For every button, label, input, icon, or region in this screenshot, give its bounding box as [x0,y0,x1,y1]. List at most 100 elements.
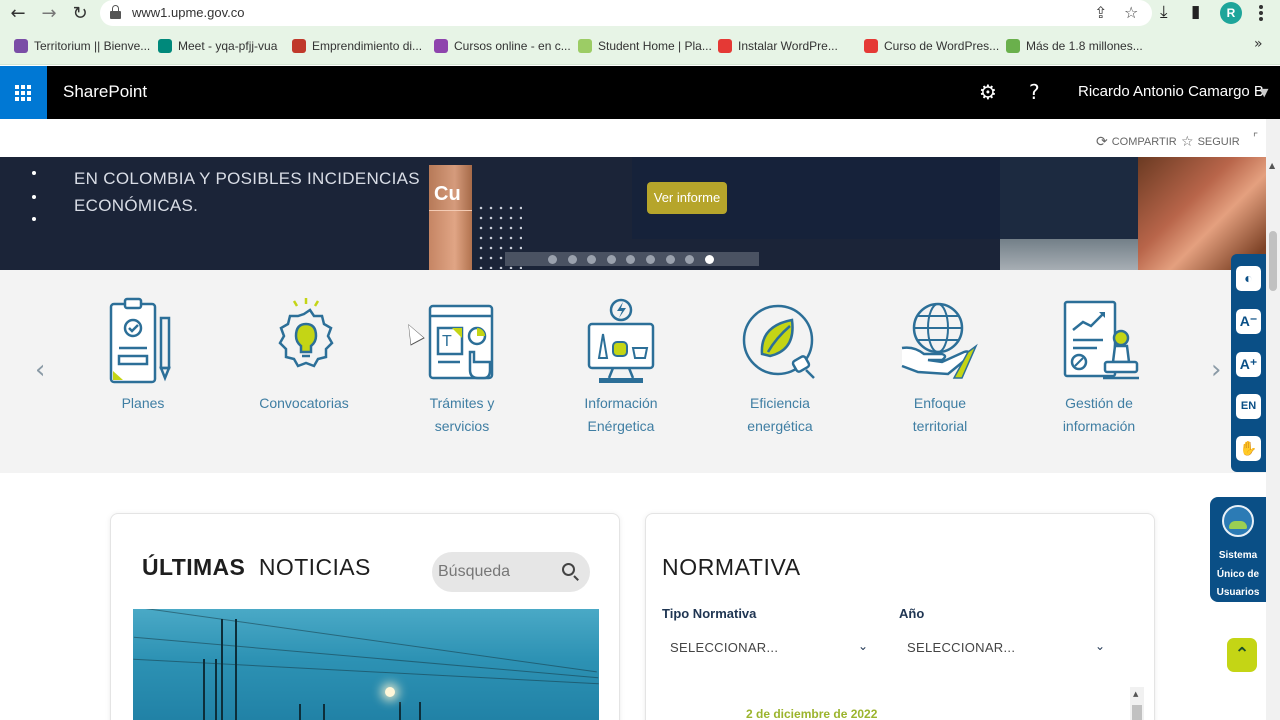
carousel-dot[interactable] [606,255,616,264]
star-icon: ☆ [1181,134,1194,150]
page-scrollbar[interactable]: ▲ [1266,119,1280,720]
news-search[interactable]: Búsqueda [432,552,590,592]
user-name[interactable]: Ricardo Antonio Camargo B [1078,83,1264,100]
shortcut-convocatorias[interactable]: Convocatorias [234,296,374,436]
power-tower [203,659,217,720]
chevron-right-icon[interactable]: › [1211,355,1221,385]
browser-menu-icon[interactable] [1258,3,1264,23]
bookmark-label: Student Home | Pla... [598,39,712,53]
clipboard-icon [109,297,171,384]
back-to-top-button[interactable]: ⌃ [1227,638,1257,672]
shortcut-label-line: energética [747,418,813,434]
download-icon[interactable]: ⤓ [1160,2,1168,22]
bookmark-item[interactable]: Curso de WordPres... [864,38,999,54]
shortcut-tramites[interactable]: T Trámites y servicios [392,296,532,436]
carousel-dot[interactable] [548,255,557,264]
normativa-card: NORMATIVA Tipo Normativa Año SELECCIONAR… [645,513,1155,720]
news-title-rest: NOTICIAS [258,554,371,580]
reload-icon[interactable]: ↻ [68,2,92,26]
help-icon[interactable]: ? [1029,80,1040,104]
shortcut-label: Enfoque territorial [870,392,1010,438]
hero-image [1000,157,1266,270]
normativa-scrollbar[interactable]: ▲ [1130,687,1144,720]
element-symbol: Cu [434,183,461,205]
scroll-thumb[interactable] [1132,705,1142,720]
app-name[interactable]: SharePoint [63,82,147,102]
bookmark-label: Meet - yqa-pfjj-vua [178,39,278,53]
bookmark-favicon [578,38,592,53]
lightbulb-gear-icon [278,298,334,368]
sistema-label-line: Usuarios [1216,587,1260,598]
decrease-font-button[interactable]: A⁻ [1236,309,1261,334]
anio-select[interactable]: SELECCIONAR... ⌄ [899,635,1111,663]
side-panel-icon[interactable]: ▮ [1191,2,1200,22]
shortcut-informacion-energetica[interactable]: Información Enérgetica [551,296,691,436]
bookmark-label: Curso de WordPres... [884,39,1000,53]
bookmark-item[interactable]: Student Home | Pla... [578,38,712,54]
chevron-down-icon[interactable]: ▼ [1260,86,1268,99]
search-input[interactable]: Búsqueda [438,563,510,581]
contrast-icon[interactable]: ◐ [1236,266,1261,291]
leaf-plug-icon [742,304,815,379]
shortcut-label: Eficiencia energética [710,392,850,438]
carousel-dot[interactable] [704,255,714,264]
carousel-dot[interactable] [646,255,655,264]
bookmark-star-icon[interactable]: ☆ [1124,3,1138,22]
select-value: SELECCIONAR... [907,640,1016,655]
normativa-date: 2 de diciembre de 2022 [746,707,878,720]
scroll-thumb[interactable] [1269,231,1277,291]
sistema-unico-usuarios-button[interactable]: Sistema Único de Usuarios [1210,497,1266,602]
bookmark-item[interactable]: Territorium || Bienve... [14,38,150,54]
focus-mode-icon[interactable]: ⌜ [1253,131,1258,144]
shortcut-enfoque-territorial[interactable]: Enfoque territorial [870,296,1010,436]
share-button[interactable]: ⟳ COMPARTIR [1096,133,1177,150]
forward-arrow-icon[interactable]: → [37,2,61,26]
increase-font-button[interactable]: A⁺ [1236,352,1261,377]
profile-avatar[interactable]: R [1220,2,1242,24]
sign-language-icon[interactable]: ✋ [1236,436,1261,461]
shortcut-gestion-informacion[interactable]: Gestión de información [1029,296,1169,436]
select-value: SELECCIONAR... [670,640,779,655]
shortcut-planes[interactable]: Planes [73,296,213,436]
sharepoint-suite-bar: SharePoint ⚙ ? Ricardo Antonio Camargo B… [0,66,1280,119]
online-form-icon: T [428,304,494,380]
bookmark-item[interactable]: Cursos online - en c... [434,38,571,54]
decorative-dot [32,171,36,175]
power-tower [399,702,421,720]
settings-gear-icon[interactable]: ⚙ [979,80,997,104]
share-label: COMPARTIR [1111,136,1177,148]
bookmark-item[interactable]: Instalar WordPre... [718,38,838,54]
sistema-logo-icon [1222,505,1254,537]
bookmark-item[interactable]: Meet - yqa-pfjj-vua [158,38,277,54]
scroll-up-icon[interactable]: ▲ [1269,161,1275,170]
decorative-dot [32,195,36,199]
ver-informe-button[interactable]: Ver informe [647,182,727,214]
bookmark-label: Emprendimiento di... [312,39,423,53]
shortcut-eficiencia-energetica[interactable]: Eficiencia energética [710,296,850,436]
power-tower [221,619,237,720]
search-icon[interactable] [562,563,575,576]
chevron-left-icon[interactable]: ‹ [35,355,45,385]
scroll-up-icon[interactable]: ▲ [1133,690,1138,698]
shortcut-label: Gestión de información [1029,392,1169,438]
more-bookmarks-icon[interactable]: » [1254,36,1263,52]
bookmark-item[interactable]: Emprendimiento di... [292,38,422,54]
back-arrow-icon[interactable]: ← [6,2,30,26]
share-page-icon[interactable]: ⇪ [1094,3,1107,22]
language-en-button[interactable]: EN [1236,394,1261,419]
light-glow [385,687,395,697]
news-image[interactable] [133,609,599,720]
copper-element-tile: Cu [429,165,472,270]
accessibility-toolbar: ◐ A⁻ A⁺ EN ✋ [1231,254,1266,472]
carousel-dot[interactable] [567,255,577,264]
bookmark-label: Cursos online - en c... [454,39,571,53]
follow-button[interactable]: ☆ SEGUIR [1181,133,1240,150]
tipo-normativa-select[interactable]: SELECCIONAR... ⌄ [662,635,874,663]
bookmarks-bar: Territorium || Bienve... Meet - yqa-pfjj… [0,28,1280,65]
app-launcher-icon[interactable] [0,66,47,119]
bookmark-item[interactable]: Más de 1.8 millones... [1006,38,1143,54]
shortcut-label: Trámites y servicios [392,392,532,438]
address-bar[interactable]: www1.upme.gov.co ⇪ ☆ [100,0,1152,26]
hero-headline: EN COLOMBIA Y POSIBLES INCIDENCIAS ECONÓ… [74,165,420,219]
carousel-dot[interactable] [665,255,675,264]
